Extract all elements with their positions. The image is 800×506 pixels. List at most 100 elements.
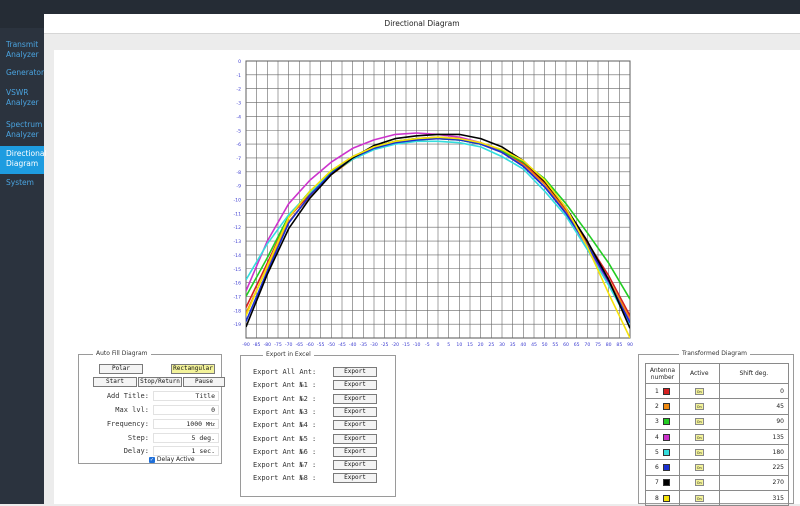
main-panel: -90 -85 -80 -75 -70 -65 -60 -55 -50 -45 -40 -35 -30-… xyxy=(54,50,800,506)
delay-active-checkbox[interactable]: ✓ xyxy=(149,456,155,463)
rectangular-button[interactable]: Rectangular xyxy=(171,364,215,374)
stop-return-button[interactable]: Stop/Return xyxy=(138,377,182,387)
x-tick-label: 70 xyxy=(584,342,590,348)
export-ant-2-button[interactable]: Export xyxy=(333,393,377,404)
color-swatch-icon xyxy=(662,494,670,502)
y-tick-label: -11 xyxy=(233,211,241,217)
x-tick-label: 45 xyxy=(531,342,537,348)
title-label: Add Title: xyxy=(106,392,149,400)
delay-active-label: Delay Active xyxy=(156,456,195,463)
export-row-label: Export Ant №4 : xyxy=(253,421,317,430)
x-tick-label: -25 xyxy=(381,342,389,348)
color-swatch-icon xyxy=(662,418,670,426)
y-axis-ticks: 0 -1 -2 -3 -4 -5 -6 -7 -8 -9 -10 -11 -12 -13 -14 -15 -16… xyxy=(233,59,241,328)
x-tick-label: 80 xyxy=(606,342,612,348)
export-ant-5-button[interactable]: Export xyxy=(333,433,377,444)
table-row: 1 On 0 xyxy=(645,382,790,400)
sidebar-item-directional-diagram[interactable]: Directional Diagram xyxy=(0,146,47,174)
active-toggle[interactable]: On xyxy=(694,494,704,502)
active-toggle[interactable]: On xyxy=(694,418,704,426)
step-input[interactable]: 5 deg. xyxy=(153,433,219,443)
x-tick-label: -5 xyxy=(425,342,430,348)
shift-cell[interactable]: 135 xyxy=(718,428,790,446)
sidebar-item-generator[interactable]: Generator xyxy=(0,68,44,80)
antenna-number: 7 xyxy=(655,479,659,487)
export-row-label: Export Ant №1 : xyxy=(253,381,317,390)
x-tick-label: -10 xyxy=(413,342,421,348)
antenna-number: 3 xyxy=(655,418,659,426)
active-toggle[interactable]: On xyxy=(694,387,704,395)
transformed-panel: Transformed Diagram Antenna number Activ… xyxy=(638,350,794,506)
antenna-number: 4 xyxy=(655,433,659,441)
shift-cell[interactable]: 0 xyxy=(718,382,790,400)
export-ant-3-button[interactable]: Export xyxy=(333,406,377,417)
title-input[interactable]: Title xyxy=(153,391,219,401)
active-cell: On xyxy=(678,413,720,430)
shift-cell[interactable]: 45 xyxy=(718,398,790,415)
export-row-label: Export Ant №6 : xyxy=(253,447,317,456)
x-tick-label: 5 xyxy=(447,342,450,348)
x-tick-label: 40 xyxy=(520,342,526,348)
x-tick-label: -70 xyxy=(285,342,293,348)
x-tick-label: -75 xyxy=(274,342,282,348)
sidebar-item-spectrum-analyzer[interactable]: Spectrum Analyzer xyxy=(0,120,44,144)
max-level-label: Max lvl: xyxy=(115,406,149,414)
y-tick-label: -19 xyxy=(233,322,241,328)
pause-button[interactable]: Pause xyxy=(183,377,225,387)
y-tick-label: -17 xyxy=(233,294,241,300)
y-tick-label: -18 xyxy=(233,308,241,314)
auto-fill-legend: Auto Fill Diagram xyxy=(93,350,151,357)
shift-cell[interactable]: 225 xyxy=(718,459,790,476)
antenna-number-cell: 2 xyxy=(645,398,680,415)
antenna-number-cell: 1 xyxy=(645,382,680,400)
delay-input[interactable]: 1 sec. xyxy=(153,446,219,456)
antenna-number-cell: 5 xyxy=(645,444,680,461)
export-ant-6-button[interactable]: Export xyxy=(333,446,377,457)
export-ant-4-button[interactable]: Export xyxy=(333,420,377,431)
y-tick-label: -13 xyxy=(233,239,241,245)
antenna-number-cell: 3 xyxy=(645,413,680,430)
export-ant-7-button[interactable]: Export xyxy=(333,460,377,471)
y-tick-label: -1 xyxy=(236,73,241,79)
sidebar-item-system[interactable]: System xyxy=(0,178,44,190)
table-row: 5 On 180 xyxy=(645,444,790,461)
color-swatch-icon xyxy=(662,464,670,472)
active-toggle[interactable]: On xyxy=(694,433,704,441)
frequency-input[interactable]: 1000 MHz xyxy=(153,419,219,429)
x-tick-label: -90 xyxy=(242,342,250,348)
y-tick-label: -8 xyxy=(236,170,241,176)
color-swatch-icon xyxy=(662,479,670,487)
color-swatch-icon xyxy=(662,402,670,410)
shift-cell[interactable]: 180 xyxy=(718,444,790,461)
frequency-unit: MHz xyxy=(205,422,215,428)
color-swatch-icon xyxy=(662,387,670,395)
x-tick-label: 65 xyxy=(574,342,580,348)
x-tick-label: -60 xyxy=(306,342,314,348)
directional-chart: -90 -85 -80 -75 -70 -65 -60 -55 -50 -45 -40 -35 -30-… xyxy=(233,59,633,348)
active-toggle[interactable]: On xyxy=(694,448,704,456)
sidebar: Transmit Analyzer Generator VSWR Analyze… xyxy=(0,28,47,504)
active-cell: On xyxy=(678,428,720,446)
x-tick-label: 35 xyxy=(510,342,516,348)
y-tick-label: -9 xyxy=(236,184,241,190)
shift-cell[interactable]: 90 xyxy=(718,413,790,430)
max-level-input[interactable]: 0 xyxy=(153,405,219,415)
export-all-button[interactable]: Export xyxy=(333,367,377,377)
sidebar-item-vswr-analyzer[interactable]: VSWR Analyzer xyxy=(0,88,44,112)
start-button[interactable]: Start xyxy=(93,377,137,387)
y-tick-label: -4 xyxy=(236,114,241,120)
x-tick-label: 30 xyxy=(499,342,505,348)
active-toggle[interactable]: On xyxy=(694,479,704,487)
y-tick-label: 0 xyxy=(238,59,241,65)
header-antenna-number: Antenna number xyxy=(645,363,680,384)
x-tick-label: -30 xyxy=(370,342,378,348)
polar-button[interactable]: Polar xyxy=(99,364,143,374)
sidebar-item-transmit-analyzer[interactable]: Transmit Analyzer xyxy=(0,38,44,62)
shift-cell[interactable]: 270 xyxy=(718,474,790,492)
active-toggle[interactable]: On xyxy=(694,402,704,410)
export-ant-8-button[interactable]: Export xyxy=(333,473,377,484)
active-toggle[interactable]: On xyxy=(694,464,704,472)
frequency-value: 1000 xyxy=(186,420,203,428)
export-ant-1-button[interactable]: Export xyxy=(333,380,377,391)
color-swatch-icon xyxy=(662,448,670,456)
